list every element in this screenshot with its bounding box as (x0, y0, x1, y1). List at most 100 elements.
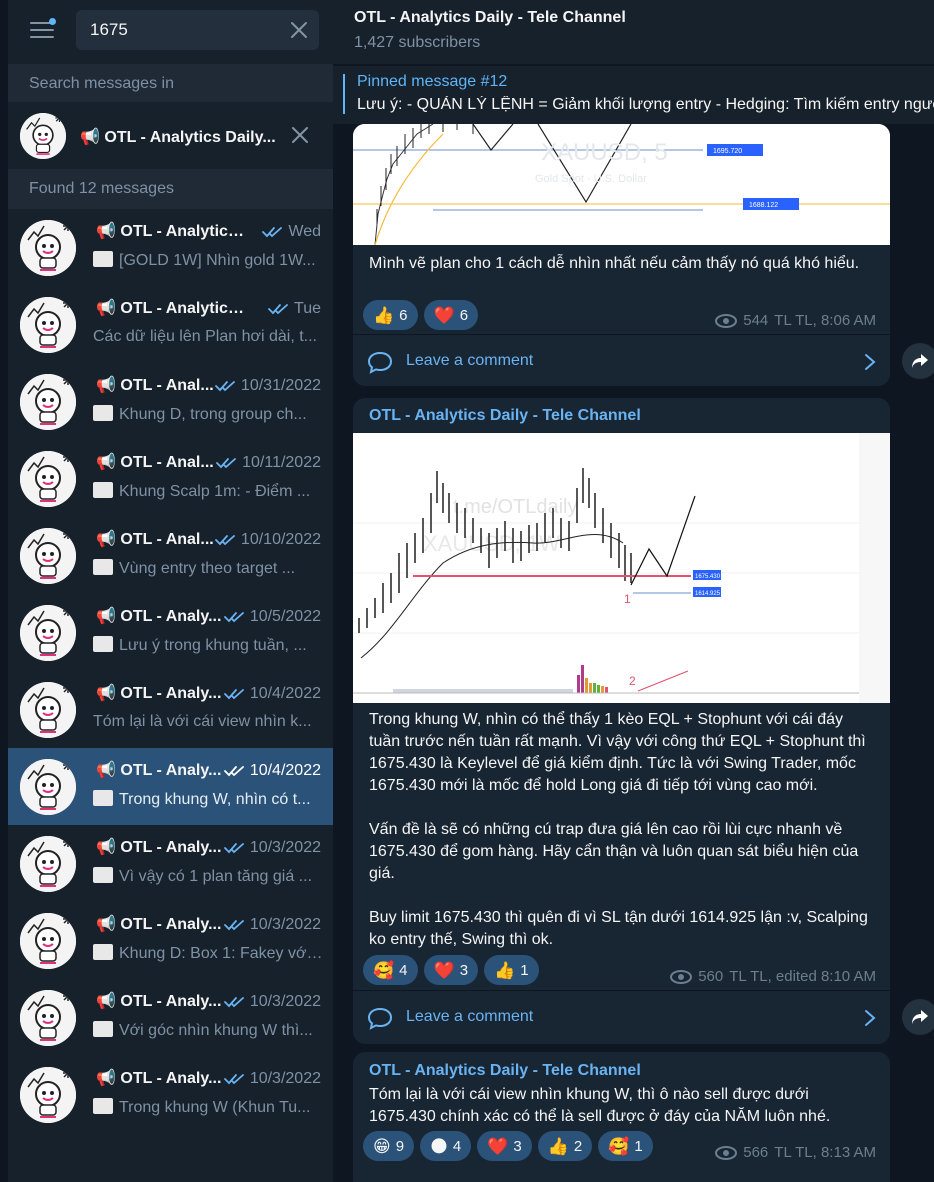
search-chat-filter[interactable]: 📢 OTL - Analytics Daily... (8, 103, 333, 168)
result-date: 10/3/2022 (249, 916, 321, 933)
channel-avatar (20, 528, 76, 584)
result-date-wrap: 10/4/2022 (223, 685, 321, 703)
view-count: 544 (743, 312, 769, 329)
chart-1w-watermark: t.me/OTLdaily (453, 496, 577, 518)
result-preview-text: Với góc nhìn khung W thì... (119, 1022, 313, 1039)
image-thumbnail-icon (93, 482, 113, 498)
channel-avatar (20, 451, 76, 507)
clear-search-icon[interactable] (287, 18, 311, 42)
chart-image-5m[interactable]: XAUUSD, 5 Gold Spot · U.S. Dollar 1695.7… (353, 124, 890, 245)
reaction-count: 1 (634, 1137, 643, 1155)
chevron-right-icon (865, 354, 876, 370)
reaction-chip[interactable]: 😁 9 (363, 1131, 415, 1161)
result-preview-text: Lưu ý trong khung tuần, ... (119, 637, 307, 654)
reaction-emoji-icon: 😁 (373, 1136, 391, 1156)
result-date-wrap: 10/10/2022 (215, 531, 321, 549)
result-date-wrap: 10/3/2022 (223, 1070, 321, 1088)
view-count: 566 (743, 1144, 769, 1161)
result-preview: Với góc nhìn khung W thì... (93, 1021, 323, 1040)
views-icon (715, 1145, 738, 1160)
views-icon (715, 313, 738, 328)
reaction-chip[interactable]: ❤️ 6 (423, 300, 479, 330)
reactions-row: 😁 9 🌑 4 ❤️ 3 👍 2 🥰 1 (363, 1131, 653, 1161)
leave-comment-label: Leave a comment (406, 352, 534, 369)
message-bubble[interactable]: XAUUSD, 5 Gold Spot · U.S. Dollar 1695.7… (353, 124, 890, 386)
search-result-item[interactable]: 📢 OTL - Analytics ... Wed [GOLD 1W] Nhìn g… (8, 209, 333, 286)
reaction-chip[interactable]: 👍 2 (537, 1131, 593, 1161)
search-result-item[interactable]: 📢 OTL - Analy... 10/3/2022 Vì vậy có 1 pla… (8, 825, 333, 902)
leave-comment-button[interactable]: Leave a comment (353, 334, 890, 386)
pinned-accent-bar (343, 74, 345, 114)
result-preview: Các dữ liệu lên Plan hơi dài, t... (93, 328, 323, 346)
chart-image-1w-drawing: t.me/OTLdaily XAUUSD, 1W 1675.430 1614.9… (353, 433, 890, 703)
search-result-item[interactable]: 📢 OTL - Analy... 10/3/2022 Khung D: Box 1:… (8, 902, 333, 979)
reaction-chip[interactable]: 👍 1 (484, 955, 539, 985)
chart-image-1w[interactable]: t.me/OTLdaily XAUUSD, 1W 1675.430 1614.9… (353, 433, 890, 703)
image-thumbnail-icon (93, 405, 113, 421)
search-result-item[interactable]: 📢 OTL - Analy... 10/5/2022 Lưu ý trong khu… (8, 594, 333, 671)
reaction-chip[interactable]: 👍 6 (363, 300, 418, 330)
result-date: 10/3/2022 (249, 993, 321, 1010)
pinned-message-bar[interactable]: Pinned message #12 Lưu ý: - QUẢN LÝ LỆNH… (333, 66, 934, 124)
search-input[interactable] (90, 10, 280, 50)
reaction-chip[interactable]: 🥰 4 (363, 955, 418, 985)
result-preview: Trong khung W (Khun Tu... (93, 1098, 323, 1117)
reaction-count: 1 (520, 961, 529, 979)
search-result-item[interactable]: 📢 OTL - Analy... 10/4/2022 Tóm lại là với … (8, 671, 333, 748)
reaction-count: 3 (459, 961, 469, 979)
reaction-emoji-icon: ❤️ (433, 305, 455, 325)
double-check-icon (262, 227, 283, 238)
share-button[interactable] (902, 343, 934, 379)
leave-comment-button[interactable]: Leave a comment (353, 990, 890, 1044)
subscriber-count: 1,427 subscribers (354, 34, 481, 51)
result-title: 📢 OTL - Analytics D... (96, 300, 246, 317)
close-icon[interactable] (289, 124, 311, 146)
chat-panel: OTL - Analytics Daily - Tele Channel 1,4… (333, 0, 934, 1182)
result-preview-text: Khung D: Box 1: Fakey với... (119, 945, 323, 962)
chevron-right-icon (865, 1010, 876, 1026)
chart-5m-desc: Gold Spot · U.S. Dollar (535, 173, 647, 185)
search-result-item[interactable]: 📢 OTL - Analy... 10/3/2022 Với góc nhìn kh… (8, 979, 333, 1056)
image-thumbnail-icon (93, 251, 113, 267)
reaction-chip[interactable]: ❤️ 3 (477, 1131, 532, 1161)
annotation-2: 2 (629, 674, 636, 688)
channel-avatar (20, 113, 66, 159)
search-result-item[interactable]: 📢 OTL - Anal... 10/31/2022 Khung D, trong … (8, 363, 333, 440)
result-date: 10/11/2022 (242, 454, 321, 471)
reaction-chip[interactable]: ❤️ 3 (423, 955, 479, 985)
image-thumbnail-icon (93, 636, 113, 652)
chart-image-5m-drawing: XAUUSD, 5 Gold Spot · U.S. Dollar 1695.7… (353, 124, 890, 245)
message-meta: 560 TL TL, edited 8:10 AM (670, 968, 876, 985)
result-title: 📢 OTL - Analytics ... (96, 223, 246, 240)
double-check-icon (215, 535, 235, 546)
filter-chat-name: 📢 OTL - Analytics Daily... (80, 129, 276, 146)
share-icon (912, 354, 928, 368)
message-bubble[interactable]: OTL - Analytics Daily - Tele Channel Tóm… (353, 1052, 890, 1182)
reaction-chip[interactable]: 🌑 4 (420, 1131, 472, 1161)
message-bubble-selected[interactable]: OTL - Analytics Daily - Tele Channel t.m… (353, 398, 890, 1044)
image-thumbnail-icon (93, 1098, 113, 1114)
message-author: OTL - Analytics Daily - Tele Channel (369, 407, 641, 424)
reaction-count: 6 (459, 306, 469, 324)
result-date: 10/31/2022 (240, 377, 321, 394)
search-result-item[interactable]: 📢 OTL - Anal... 10/10/2022 Vùng entry theo… (8, 517, 333, 594)
result-preview: Khung Scalp 1m: - Điểm ... (93, 482, 323, 501)
search-field[interactable] (76, 10, 319, 50)
menu-icon[interactable] (30, 18, 56, 40)
search-result-item[interactable]: 📢 OTL - Analy... 10/4/2022 Trong khung W, … (8, 748, 333, 825)
image-thumbnail-icon (93, 790, 113, 806)
search-result-item[interactable]: 📢 OTL - Analytics D... Tue Các dữ liệu lên… (8, 286, 333, 363)
image-thumbnail-icon (93, 1021, 113, 1037)
result-preview-text: Khung Scalp 1m: - Điểm ... (119, 483, 311, 500)
comment-icon (367, 351, 393, 374)
double-check-icon (216, 458, 237, 469)
reaction-emoji-icon: ❤️ (487, 1136, 509, 1156)
result-preview-text: Khung D, trong group ch... (119, 406, 307, 423)
reaction-chip[interactable]: 🥰 1 (598, 1131, 653, 1161)
search-result-item[interactable]: 📢 OTL - Anal... 10/11/2022 Khung Scalp 1m:… (8, 440, 333, 517)
image-thumbnail-icon (93, 867, 113, 883)
share-button[interactable] (902, 999, 934, 1035)
search-result-item[interactable]: 📢 OTL - Analy... 10/3/2022 Trong khung W (… (8, 1056, 333, 1133)
chat-header[interactable]: OTL - Analytics Daily - Tele Channel 1,4… (333, 0, 934, 64)
reactions-row: 👍 6 ❤️ 6 (363, 300, 479, 330)
